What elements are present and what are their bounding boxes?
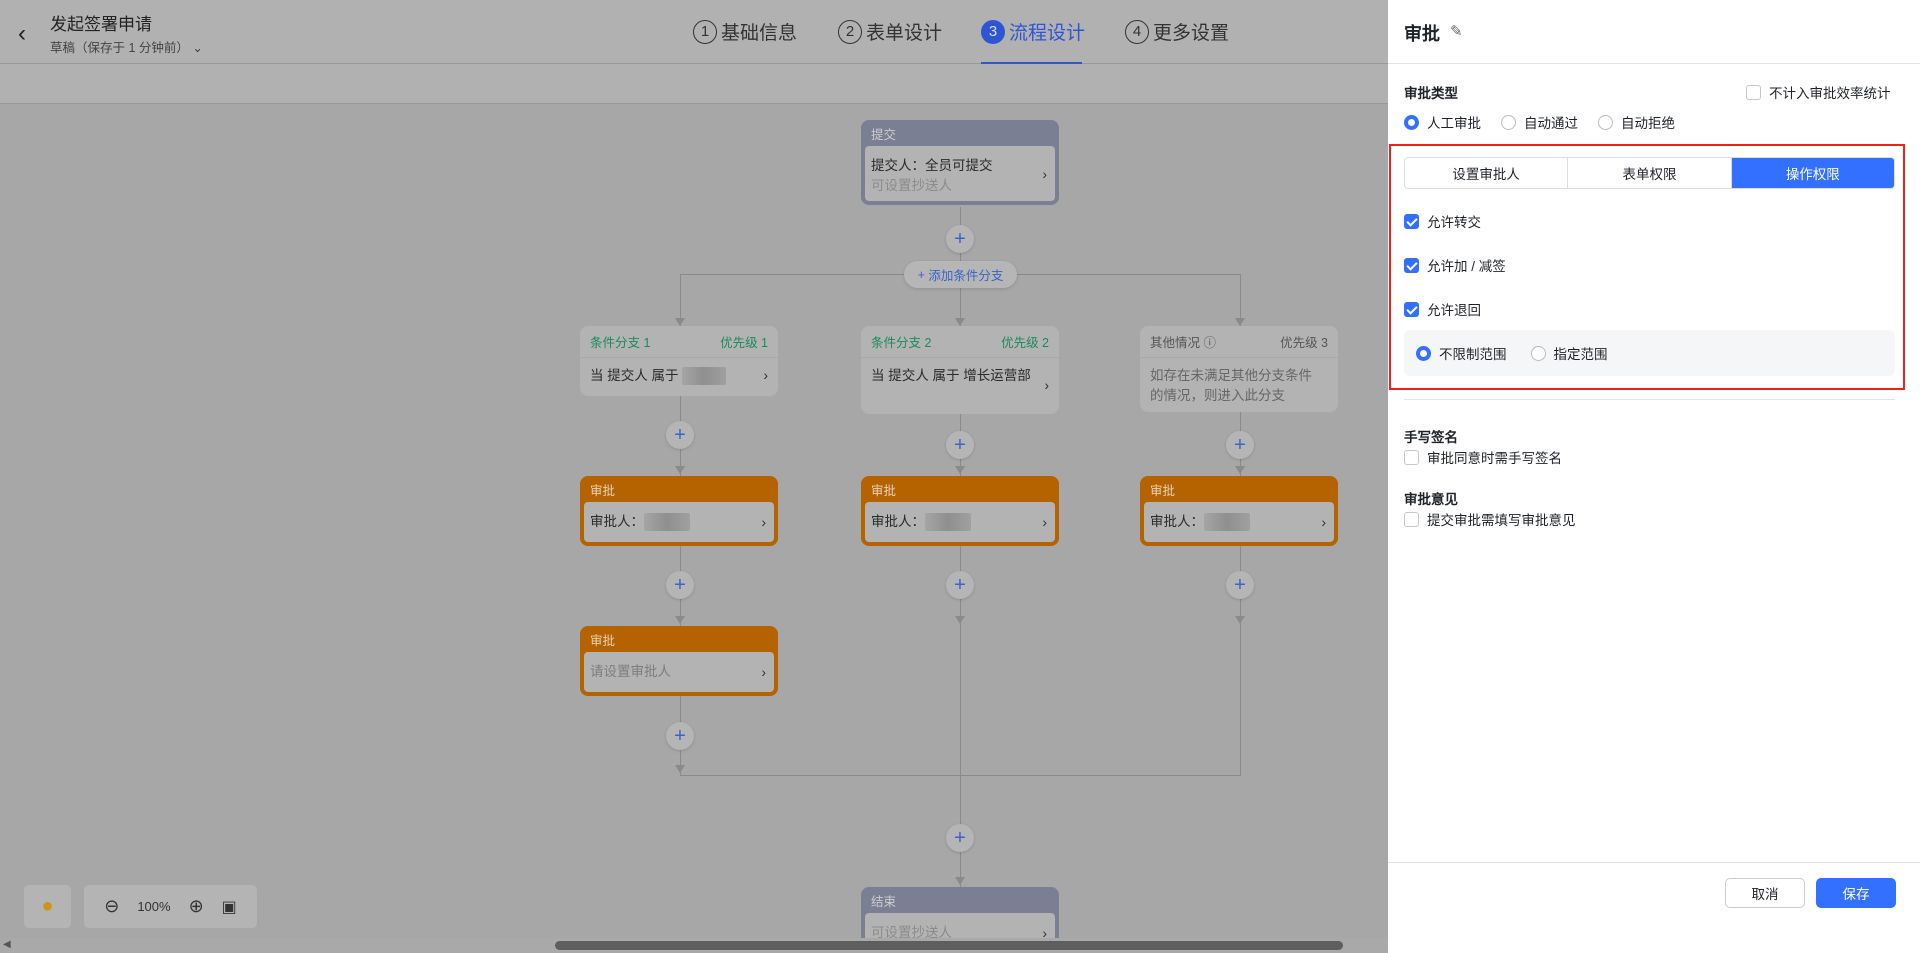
edit-icon[interactable]: ✎: [1450, 22, 1463, 40]
fit-view-icon[interactable]: ▣: [222, 897, 237, 917]
submit-node[interactable]: 提交 提交人：全员可提交 可设置抄送人 ›: [861, 120, 1059, 205]
add-node-button[interactable]: +: [1226, 431, 1254, 459]
chevron-right-icon: ›: [763, 368, 769, 383]
cancel-button[interactable]: 取消: [1725, 878, 1805, 908]
condition-branch-other[interactable]: 其他情况 ⓘ 优先级 3 如存在未满足其他分支条件的情况，则进入此分支: [1140, 326, 1338, 412]
allow-add-remove-sign-checkbox[interactable]: 允许加 / 减签: [1404, 255, 1506, 275]
redacted: [1204, 513, 1250, 532]
add-node-button[interactable]: +: [946, 225, 974, 253]
approve-node-unset[interactable]: 审批 请设置审批人 ›: [580, 626, 778, 696]
zoom-in-icon[interactable]: ⊕: [189, 896, 204, 917]
scrollbar-thumb[interactable]: [555, 941, 1343, 950]
step-more-settings[interactable]: 4 更多设置: [1125, 18, 1229, 45]
add-node-button[interactable]: +: [666, 421, 694, 449]
approve-node[interactable]: 审批 审批人： ›: [1140, 476, 1338, 546]
add-node-button[interactable]: +: [946, 431, 974, 459]
tab-set-approver[interactable]: 设置审批人: [1405, 158, 1569, 188]
opinion-label: 审批意见: [1404, 492, 1458, 507]
chevron-right-icon: ›: [1321, 514, 1326, 530]
connector: [680, 775, 1241, 776]
exclude-stats-checkbox[interactable]: 不计入审批效率统计: [1746, 82, 1891, 102]
radio-specified-scope[interactable]: 指定范围: [1530, 343, 1608, 363]
redacted: [925, 513, 971, 532]
radio-auto-reject[interactable]: 自动拒绝: [1598, 112, 1675, 132]
radio-manual-approve[interactable]: 人工审批: [1404, 112, 1481, 132]
info-icon[interactable]: ⓘ: [1204, 336, 1217, 350]
draft-status-dropdown[interactable]: 草稿（保存于 1 分钟前） ⌄: [50, 37, 203, 56]
page-title: 发起签署申请: [50, 15, 152, 34]
chevron-right-icon: ›: [1044, 378, 1050, 393]
add-condition-branch-button[interactable]: + 添加条件分支: [904, 261, 1017, 288]
radio-unlimited-scope[interactable]: 不限制范围: [1416, 343, 1507, 363]
step-form-design[interactable]: 2 表单设计: [838, 18, 942, 45]
chevron-down-icon: ⌄: [192, 41, 203, 55]
panel-title: 审批: [1404, 24, 1440, 44]
chevron-right-icon: ›: [1042, 514, 1047, 530]
tab-form-permission[interactable]: 表单权限: [1568, 158, 1732, 188]
approve-node[interactable]: 审批 审批人： ›: [861, 476, 1059, 546]
chevron-right-icon: ›: [1042, 165, 1047, 182]
lightbulb-icon: ●: [41, 895, 54, 917]
opinion-checkbox[interactable]: 提交审批需填写审批意见: [1404, 509, 1576, 529]
settings-tabs: 设置审批人 表单权限 操作权限: [1404, 157, 1895, 189]
add-node-button[interactable]: +: [946, 571, 974, 599]
add-node-button[interactable]: +: [666, 722, 694, 750]
signature-label: 手写签名: [1404, 430, 1458, 445]
allow-return-checkbox[interactable]: 允许退回: [1404, 299, 1481, 319]
top-bar: ‹ 发起签署申请 草稿（保存于 1 分钟前） ⌄ 1 基础信息 2 表单设计 3 流程…: [0, 0, 1388, 64]
chevron-right-icon: ›: [761, 514, 766, 530]
tips-button[interactable]: ●: [24, 885, 71, 928]
redacted: [682, 367, 727, 386]
zoom-controls: ⊖ 100% ⊕ ▣: [84, 885, 257, 928]
redacted: [644, 513, 690, 532]
approve-node[interactable]: 审批 审批人： ›: [580, 476, 778, 546]
radio-auto-pass[interactable]: 自动通过: [1501, 112, 1578, 132]
condition-branch-1[interactable]: 条件分支 1 优先级 1 当 提交人 属于 ›: [580, 326, 778, 396]
tab-operation-permission[interactable]: 操作权限: [1731, 158, 1894, 188]
chevron-right-icon: ›: [761, 664, 766, 680]
condition-branch-2[interactable]: 条件分支 2 优先级 2 当 提交人 属于 增长运营部 ›: [861, 326, 1059, 414]
sub-toolbar: [0, 64, 1388, 104]
allow-transfer-checkbox[interactable]: 允许转交: [1404, 211, 1481, 231]
step-basic-info[interactable]: 1 基础信息: [693, 18, 797, 45]
return-scope-options: 不限制范围 指定范围: [1404, 330, 1895, 376]
signature-checkbox[interactable]: 审批同意时需手写签名: [1404, 447, 1562, 467]
zoom-level: 100%: [137, 899, 171, 914]
connector: [960, 207, 961, 887]
approve-settings-panel: 审批 ✎ 审批类型 不计入审批效率统计 人工审批 自动通过 自动拒绝 设置审批人…: [1388, 0, 1920, 953]
add-node-button[interactable]: +: [1226, 571, 1254, 599]
add-node-button[interactable]: +: [666, 571, 694, 599]
scroll-left-icon[interactable]: ◀: [3, 939, 11, 950]
add-node-button[interactable]: +: [946, 824, 974, 852]
zoom-out-icon[interactable]: ⊖: [104, 896, 119, 917]
step-flow-design[interactable]: 3 流程设计: [981, 18, 1085, 45]
save-button[interactable]: 保存: [1816, 878, 1896, 908]
back-icon[interactable]: ‹: [18, 20, 26, 48]
approve-type-label: 审批类型: [1404, 86, 1458, 101]
